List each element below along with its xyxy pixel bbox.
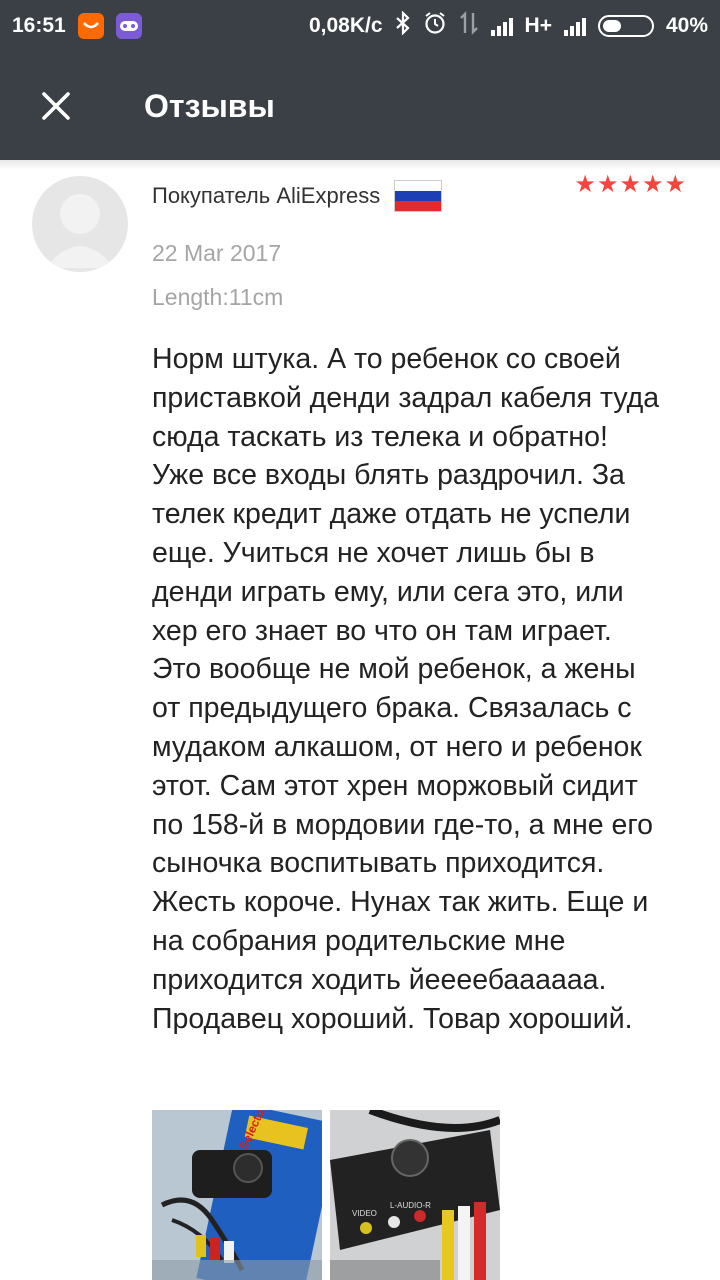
star-icon: ★	[574, 171, 596, 198]
status-time: 16:51	[12, 14, 66, 37]
product-attribute: Length:11cm	[152, 284, 284, 310]
review-text-line: на собрания родительские мне	[152, 924, 566, 957]
review-text-line: хер его знает во что он там играет.	[152, 614, 612, 647]
product-photo-switch-box: VIDEO L-AUDIO-R	[330, 1110, 500, 1280]
review-text-line: сыночка воспитывать приходится.	[152, 847, 605, 880]
avatar	[32, 176, 128, 272]
battery-percent: 40%	[665, 14, 708, 37]
review-photo-1[interactable]: AV Selector	[152, 1110, 322, 1280]
review-text-line: денди играть ему, или сега это, или	[152, 575, 624, 608]
review-text-line: Это вообще не мой ребенок, а жены	[152, 653, 636, 686]
review-text-line: Жесть короче. Нунах так жить. Еще и	[152, 886, 649, 919]
review-photos: AV Selector VIDEO L-AUDIO-R	[152, 1110, 500, 1280]
network-speed: 0,08K/c	[308, 14, 383, 37]
close-button[interactable]	[26, 76, 86, 136]
review-text-line: приставкой денди задрал кабеля туда	[152, 381, 660, 414]
review-text-line: этот. Сам этот хрен моржовый сидит	[152, 769, 638, 802]
signal-strength-icon	[490, 16, 513, 36]
aliexpress-icon	[77, 13, 104, 39]
reviewer-name: Покупатель AliExpress	[152, 183, 381, 208]
gamepad-icon	[115, 13, 142, 39]
alarm-icon	[423, 11, 447, 41]
star-icon: ★	[596, 171, 619, 198]
review-text-line: Норм штука. А то ребенок со своей	[152, 343, 621, 375]
review-text-line: сюда таскать из телека и обратно!	[152, 420, 608, 453]
review-text-line: мудаком алкашом, от него и ребенок	[152, 730, 642, 763]
app-bar: Отзывы	[0, 52, 720, 160]
battery-icon	[597, 15, 654, 37]
user-placeholder-icon	[46, 194, 114, 268]
bluetooth-icon	[395, 10, 411, 41]
product-photo-packaged: AV Selector	[152, 1110, 322, 1280]
panel-label-right: L-AUDIO-R	[390, 1201, 431, 1210]
star-icon: ★	[641, 171, 664, 198]
review-text-line: Уже все входы блять раздрочил. За	[152, 459, 625, 492]
review-text-line: телек кредит даже отдать не успели	[152, 498, 631, 531]
review-text-line: Продавец хороший. Товар хороший.	[152, 1002, 633, 1035]
network-type: H+	[524, 14, 552, 37]
signal-strength-icon-2	[563, 16, 586, 36]
data-transfer-icon	[459, 11, 479, 41]
review-date: 22 Mar 2017	[152, 240, 282, 266]
review-text-line: по 158-й в мордовии где-то, а мне его	[152, 808, 654, 841]
reviewer-row: Покупатель AliExpress	[152, 180, 443, 212]
close-icon	[42, 92, 70, 120]
rating-stars: ★ ★ ★ ★ ★	[574, 172, 686, 198]
review-text-line: приходится ходить йеееебаааааа.	[152, 963, 607, 996]
review-photo-2[interactable]: VIDEO L-AUDIO-R	[330, 1110, 500, 1280]
russia-flag-icon	[394, 180, 443, 212]
review-text-line: еще. Учиться не хочет лишь бы в	[152, 536, 595, 569]
review-text-line: от предыдущего брака. Связалась с	[152, 692, 632, 725]
review-card: Покупатель AliExpress ★ ★ ★ ★ ★ 22 Mar 2017 …	[0, 170, 720, 1280]
panel-label-left: VIDEO	[352, 1209, 377, 1218]
review-text: Норм штука. А то ребенок со своей пристав…	[152, 340, 700, 1038]
page-title: Отзывы	[144, 87, 275, 124]
app-bar-shadow	[0, 160, 720, 170]
status-bar: 16:51 0,08K/c H+ 40%	[0, 0, 720, 52]
star-icon: ★	[664, 171, 686, 198]
star-icon: ★	[619, 171, 641, 198]
